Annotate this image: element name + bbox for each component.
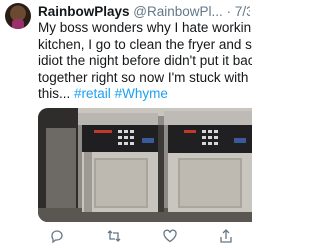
tweet-text-line: this... #retail #Whyme [38, 86, 252, 103]
tweet[interactable]: RainbowPlays @RainbowPl... · 7/31/19 My … [0, 0, 252, 250]
tweet-text-tail: this... [38, 86, 71, 101]
tweet-text-line: My boss wonders why I hate workin. The [38, 20, 252, 35]
tweet-header: RainbowPlays @RainbowPl... · 7/31/19 [38, 4, 250, 20]
tweet-photo[interactable] [38, 108, 252, 222]
share-icon[interactable] [218, 228, 234, 244]
separator: · [226, 4, 232, 19]
tweet-text-line: together right so now I'm stuck with [38, 69, 249, 85]
tweet-text-line: kitchen, I go to clean the fryer and som… [38, 36, 252, 52]
tweet-date[interactable]: 7/31/19 [235, 4, 250, 19]
avatar[interactable] [5, 3, 31, 29]
fryer-photo-illustration [38, 108, 252, 222]
user-handle[interactable]: @RainbowPl... [133, 4, 223, 19]
tweet-actions [38, 228, 250, 248]
tweet-text-line: idiot the night before didn't put it bac… [38, 53, 252, 68]
retweet-icon[interactable] [106, 228, 122, 244]
hashtag-retail[interactable]: #retail [74, 86, 111, 101]
display-name[interactable]: RainbowPlays [38, 4, 130, 19]
hashtag-whyme[interactable]: #Whyme [115, 86, 168, 101]
like-icon[interactable] [162, 228, 178, 244]
tweet-text: My boss wonders why I hate workin. The k… [38, 20, 252, 103]
reply-icon[interactable] [49, 228, 65, 244]
